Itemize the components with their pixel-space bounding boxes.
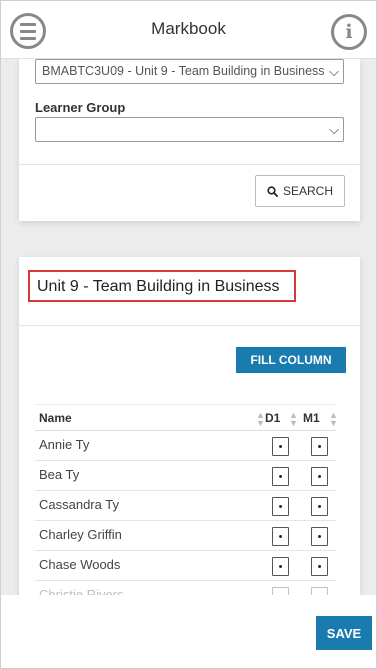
column-header-d1[interactable]: D1: [265, 411, 280, 425]
sort-icon[interactable]: ▲▼: [256, 411, 265, 428]
info-icon[interactable]: i: [331, 14, 367, 50]
chevron-down-icon: ⌵: [329, 64, 339, 79]
grade-cell-m1[interactable]: •: [311, 437, 328, 456]
fill-column-button[interactable]: FILL COLUMN: [236, 347, 346, 373]
divider: [19, 164, 360, 165]
table-row: Charley Griffin • •: [35, 521, 336, 551]
save-button[interactable]: SAVE: [316, 616, 372, 650]
grade-cell-m1[interactable]: •: [311, 527, 328, 546]
table-row: Cassandra Ty • •: [35, 491, 336, 521]
grade-cell-m1[interactable]: •: [311, 497, 328, 516]
grade-cell-d1[interactable]: •: [272, 467, 289, 486]
chevron-down-icon: ⌵: [329, 122, 339, 137]
grade-cell-d1[interactable]: •: [272, 527, 289, 546]
column-header-name[interactable]: Name: [39, 411, 72, 425]
learner-group-select[interactable]: ⌵: [35, 117, 344, 142]
table-row: Annie Ty • •: [35, 431, 336, 461]
filter-card: BMABTC3U09 - Unit 9 - Team Building in B…: [19, 59, 360, 221]
top-bar: Markbook i: [1, 1, 376, 59]
sort-icon[interactable]: ▲▼: [329, 411, 336, 428]
learner-name: Charley Griffin: [39, 527, 122, 542]
page-title: Markbook: [151, 19, 226, 38]
table-row: Chase Woods • •: [35, 551, 336, 581]
column-header-m1[interactable]: M1: [303, 411, 320, 425]
grade-cell-d1[interactable]: •: [272, 557, 289, 576]
footer-bar: SAVE: [1, 595, 376, 668]
app-frame: Markbook i BMABTC3U09 - Unit 9 - Team Bu…: [0, 0, 377, 669]
search-icon: [267, 185, 278, 197]
learner-name: Cassandra Ty: [39, 497, 119, 512]
search-button-label: SEARCH: [282, 184, 333, 198]
grid-header: Name ▲▼ D1 ▲▼ M1 ▲▼ M: [35, 404, 336, 431]
grade-cell-m1[interactable]: •: [311, 557, 328, 576]
course-select[interactable]: BMABTC3U09 - Unit 9 - Team Building in B…: [35, 59, 344, 84]
learner-name: Bea Ty: [39, 467, 80, 482]
search-button[interactable]: SEARCH: [255, 175, 345, 207]
grade-cell-m1[interactable]: •: [311, 467, 328, 486]
learner-name: Annie Ty: [39, 437, 90, 452]
divider: [19, 325, 360, 326]
sort-icon[interactable]: ▲▼: [289, 411, 298, 428]
grade-cell-d1[interactable]: •: [272, 437, 289, 456]
learner-group-label: Learner Group: [35, 100, 126, 115]
course-select-value: BMABTC3U09 - Unit 9 - Team Building in B…: [42, 64, 325, 78]
learner-name: Chase Woods: [39, 557, 121, 572]
grade-cell-d1[interactable]: •: [272, 497, 289, 516]
unit-title: Unit 9 - Team Building in Business: [28, 270, 296, 302]
table-row: Bea Ty • •: [35, 461, 336, 491]
